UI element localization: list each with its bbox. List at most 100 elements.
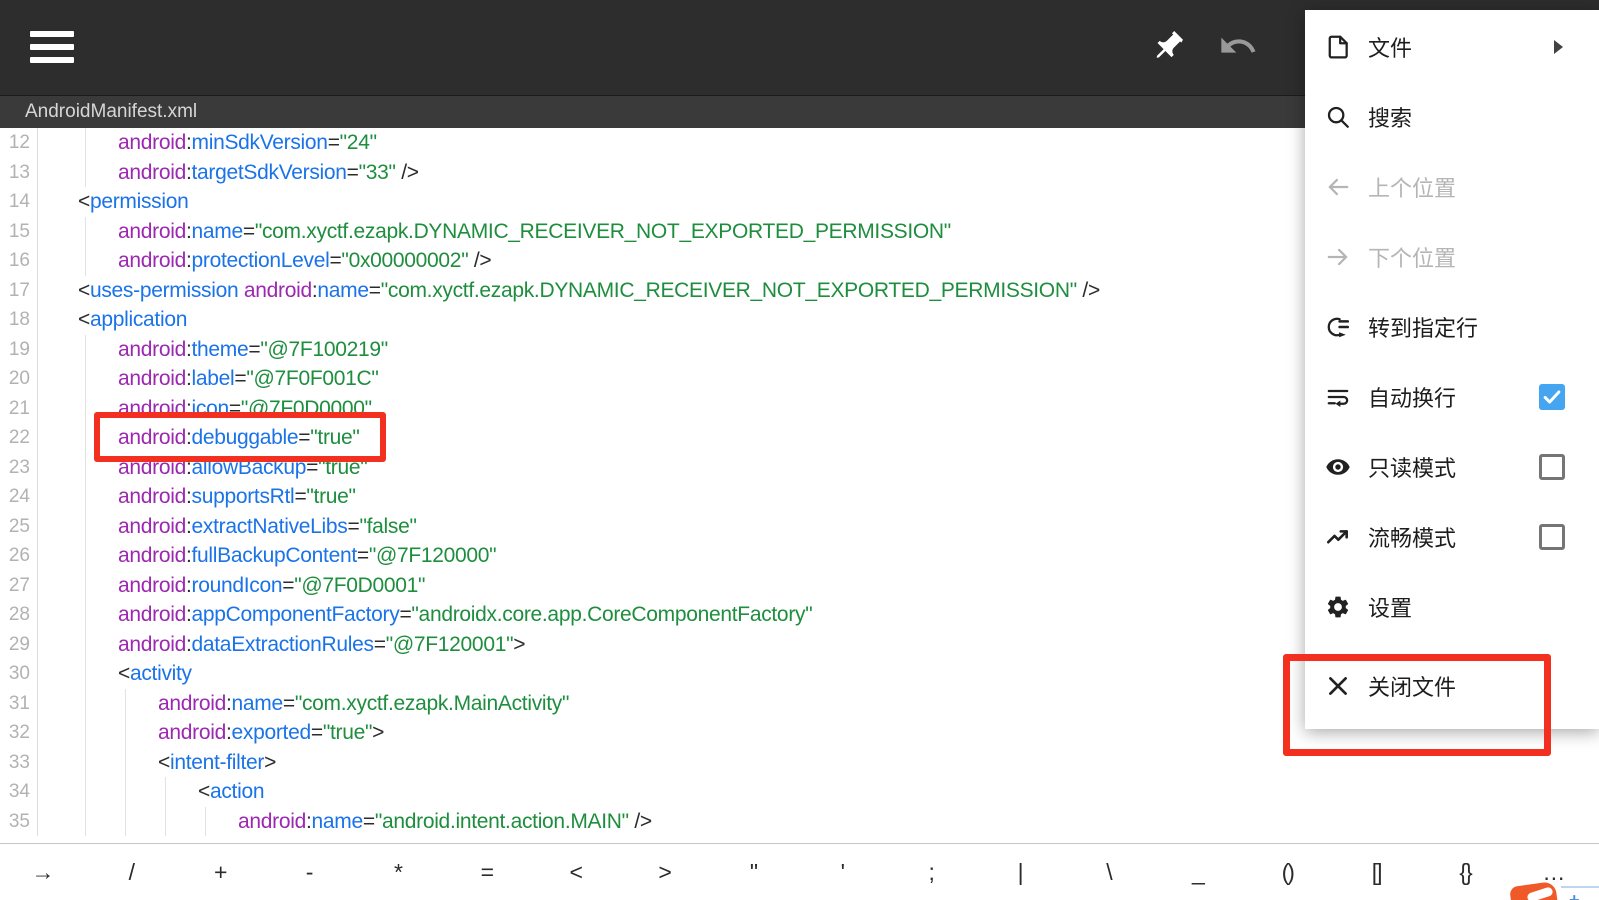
word-wrap-checkbox[interactable] [1539,384,1565,410]
symbol-key-bar: →/+-*=<>"';|\_()[]{}… [0,843,1599,900]
symbol-key-1[interactable]: → [26,859,60,886]
indent-guide [85,630,86,660]
menu-item-label: 转到指定行 [1368,311,1478,343]
symbol-key-13[interactable]: \ [1093,859,1127,886]
indent-guide [85,453,86,483]
line-number: 22 [0,423,38,453]
indent-guide [85,689,86,719]
search-icon [1325,104,1351,130]
indent-guide [125,689,126,719]
indent-guide [125,777,126,807]
indent-guide [85,423,86,453]
menu-item-label: 设置 [1368,591,1412,623]
code-text: <intent-filter> [38,748,1599,778]
indent-guide [165,807,166,837]
code-text: android:name="android.intent.action.MAIN… [38,807,1599,837]
symbol-key-14[interactable]: _ [1181,859,1215,886]
menu-item-label: 下个位置 [1368,241,1456,273]
symbol-key-15[interactable]: () [1270,859,1304,886]
symbol-key-8[interactable]: > [648,859,682,886]
symbol-key-3[interactable]: + [204,859,238,886]
menu-item-word-wrap[interactable]: 自动换行 [1305,362,1599,432]
indent-guide [85,364,86,394]
line-number: 26 [0,541,38,571]
line-number: 28 [0,600,38,630]
menu-item-settings[interactable]: 设置 [1305,572,1599,642]
tab-androidmanifest[interactable]: AndroidManifest.xml [25,96,197,128]
menu-item-label: 上个位置 [1368,171,1456,203]
symbol-key-17[interactable]: {} [1448,859,1482,886]
symbol-key-10[interactable]: ' [826,859,860,886]
indent-guide [165,777,166,807]
eye-icon [1325,454,1351,480]
undo-icon[interactable] [1218,26,1258,66]
symbol-key-12[interactable]: | [1004,859,1038,886]
indent-guide [125,807,126,837]
indent-guide [85,807,86,837]
smooth-mode-checkbox[interactable] [1539,524,1565,550]
menu-item-label: 流畅模式 [1368,521,1456,553]
arrow-left-icon [1325,174,1351,200]
symbol-key-2[interactable]: / [115,859,149,886]
line-number: 30 [0,659,38,689]
menu-item-label: 自动换行 [1368,381,1456,413]
indent-guide [85,128,86,158]
code-line-34[interactable]: 34<action [0,777,1599,807]
menu-icon[interactable] [30,31,74,63]
read-only-checkbox[interactable] [1539,454,1565,480]
code-line-33[interactable]: 33<intent-filter> [0,748,1599,778]
indent-guide [85,482,86,512]
menu-item-label: 关闭文件 [1368,670,1456,702]
menu-item-smooth-mode[interactable]: 流畅模式 [1305,502,1599,572]
indent-guide [85,718,86,748]
symbol-key-9[interactable]: " [737,859,771,886]
line-number: 20 [0,364,38,394]
line-number: 18 [0,305,38,335]
indent-guide [85,246,86,276]
indent-guide [85,335,86,365]
menu-item-file[interactable]: 文件 [1305,12,1599,82]
indent-guide [85,600,86,630]
line-number: 35 [0,807,38,837]
code-text: <action [38,777,1599,807]
line-number: 31 [0,689,38,719]
line-number: 32 [0,718,38,748]
menu-item-read-only[interactable]: 只读模式 [1305,432,1599,502]
menu-item-search[interactable]: 搜索 [1305,82,1599,152]
line-number: 21 [0,394,38,424]
symbol-key-5[interactable]: * [382,859,416,886]
gear-icon [1325,594,1351,620]
menu-item-close-file[interactable]: 关闭文件 [1305,651,1599,721]
indent-guide [85,217,86,247]
line-number: 19 [0,335,38,365]
menu-item-next-position[interactable]: 下个位置 [1305,222,1599,292]
snipaste-logo: + [1511,880,1563,900]
line-number: 24 [0,482,38,512]
indent-guide [85,777,86,807]
symbol-key-16[interactable]: [] [1359,859,1393,886]
line-number: 17 [0,276,38,306]
pin-icon[interactable] [1148,26,1188,66]
line-number: 33 [0,748,38,778]
dropdown-menu: 文件搜索上个位置下个位置转到指定行自动换行只读模式流畅模式设置关闭文件 [1305,10,1599,729]
trending-up-icon [1325,524,1351,550]
line-number: 23 [0,453,38,483]
line-number: 15 [0,217,38,247]
menu-item-prev-position[interactable]: 上个位置 [1305,152,1599,222]
indent-guide [205,807,206,837]
indent-guide [85,394,86,424]
line-number: 29 [0,630,38,660]
submenu-arrow-icon [1554,40,1563,54]
indent-guide [85,158,86,188]
close-icon [1325,673,1351,699]
line-number: 25 [0,512,38,542]
symbol-key-6[interactable]: = [470,859,504,886]
goto-line-icon [1325,314,1351,340]
menu-item-goto-line[interactable]: 转到指定行 [1305,292,1599,362]
symbol-key-11[interactable]: ; [915,859,949,886]
symbol-key-4[interactable]: - [293,859,327,886]
symbol-key-7[interactable]: < [559,859,593,886]
code-line-35[interactable]: 35android:name="android.intent.action.MA… [0,807,1599,837]
indent-guide [85,571,86,601]
indent-guide [85,512,86,542]
